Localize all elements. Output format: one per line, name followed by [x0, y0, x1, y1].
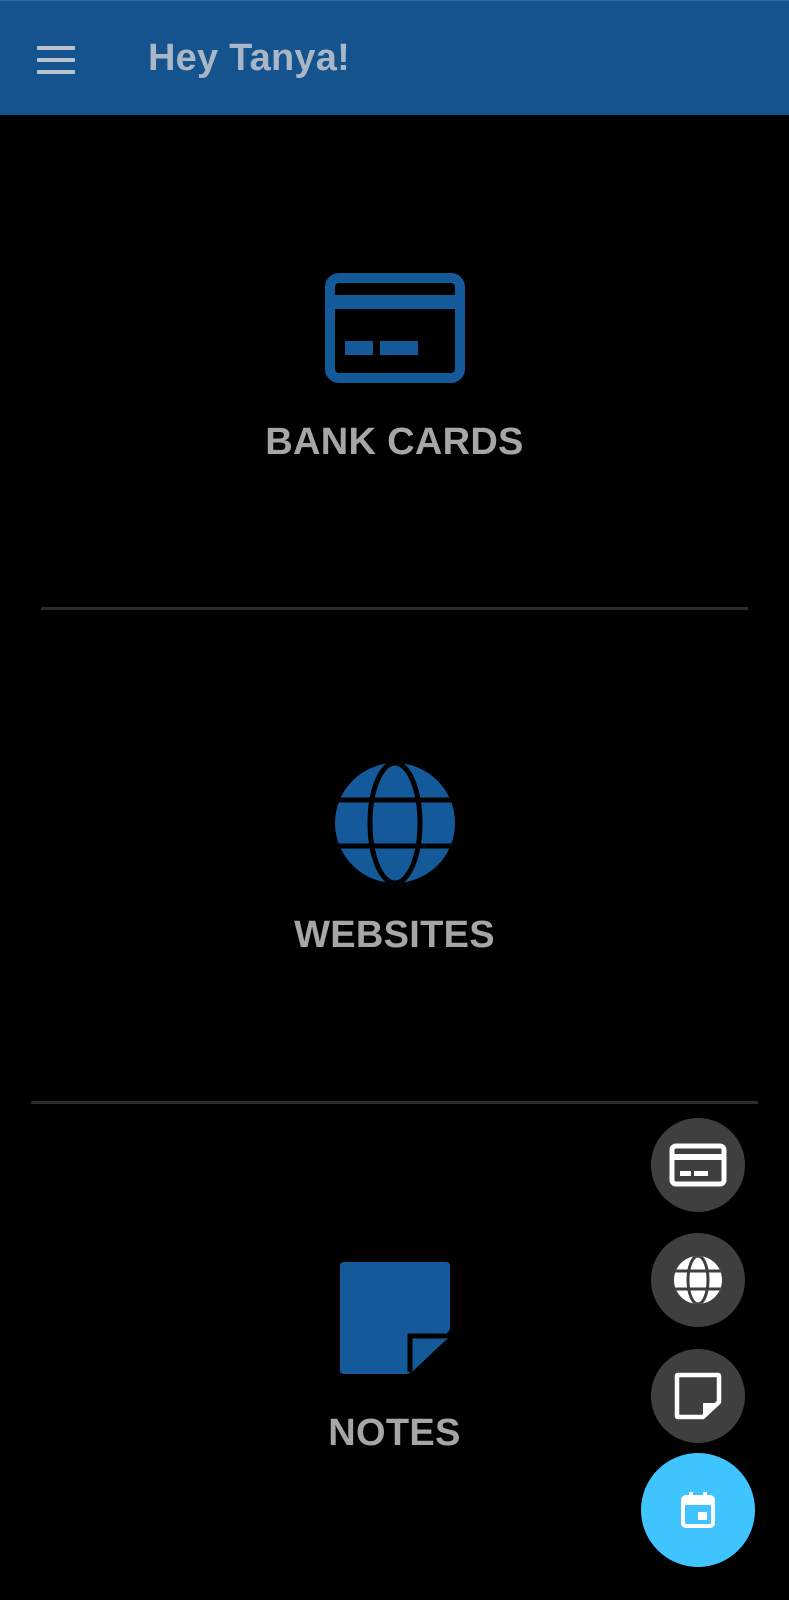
section-label-websites: WEBSITES: [294, 914, 495, 956]
note-icon: [339, 1262, 450, 1374]
globe-icon: [674, 1256, 722, 1304]
menu-icon: [37, 46, 75, 74]
home-screen: Hey Tanya! BANK CARDS WEBSITES NOTES: [0, 0, 789, 1600]
divider: [31, 1101, 758, 1104]
section-websites[interactable]: WEBSITES: [0, 612, 789, 1102]
fab-add-note[interactable]: [651, 1349, 745, 1443]
fab-add-bank-card[interactable]: [651, 1118, 745, 1212]
globe-icon: [334, 763, 455, 883]
fab-main-button[interactable]: [641, 1453, 755, 1567]
section-bank-cards[interactable]: BANK CARDS: [0, 115, 789, 610]
credit-card-icon: [324, 273, 465, 383]
calendar-icon: [681, 1492, 715, 1528]
divider: [41, 607, 748, 610]
page-title: Hey Tanya!: [148, 37, 350, 79]
section-label-bank-cards: BANK CARDS: [265, 421, 524, 463]
app-bar: Hey Tanya!: [0, 0, 789, 115]
menu-button[interactable]: [28, 31, 86, 89]
credit-card-icon: [669, 1143, 727, 1187]
note-icon: [674, 1372, 722, 1420]
fab-add-website[interactable]: [651, 1233, 745, 1327]
